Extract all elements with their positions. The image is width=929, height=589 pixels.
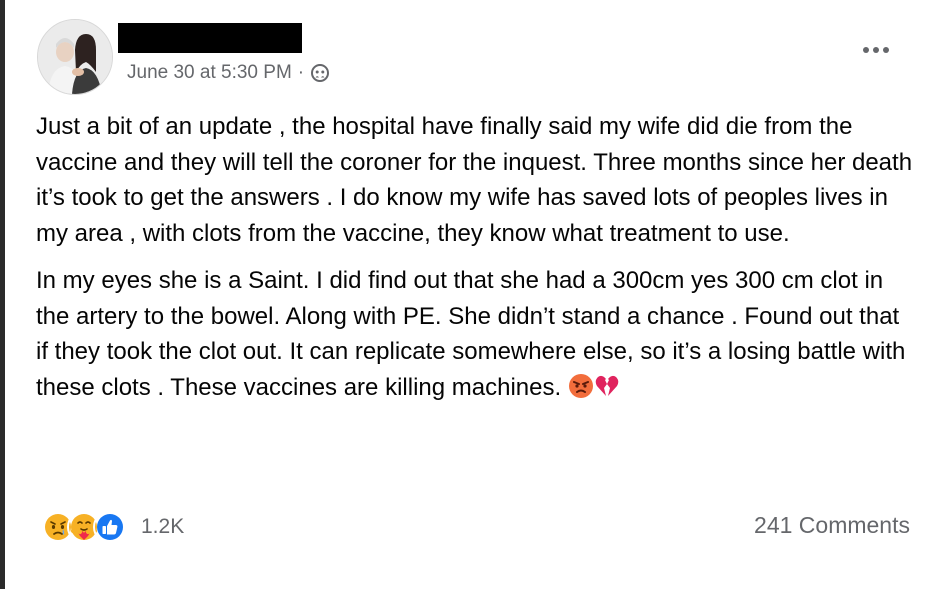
dot <box>883 47 889 53</box>
angry-emoji-icon <box>568 373 594 399</box>
post-paragraph-2: In my eyes she is a Saint. I did find ou… <box>36 263 916 405</box>
broken-heart-emoji-icon <box>594 373 620 399</box>
post-paragraph-text: In my eyes she is a Saint. I did find ou… <box>36 267 906 401</box>
post-body: Just a bit of an update , the hospital h… <box>36 109 916 405</box>
facebook-post: June 30 at 5:30 PM · Just a bit of an up… <box>5 0 929 589</box>
redacted-author-name <box>118 23 302 53</box>
comments-count-link[interactable]: 241 Comments <box>754 512 910 539</box>
meta-separator: · <box>297 62 305 83</box>
dot <box>863 47 869 53</box>
author-avatar[interactable] <box>37 19 113 95</box>
like-reaction-icon <box>93 510 127 544</box>
post-paragraph: Just a bit of an update , the hospital h… <box>36 113 913 247</box>
reaction-summary[interactable]: 1.2K <box>41 510 184 544</box>
more-options-icon[interactable] <box>858 40 894 60</box>
friends-icon[interactable] <box>310 63 330 83</box>
reaction-count: 1.2K <box>141 515 185 538</box>
dot <box>873 47 879 53</box>
post-meta: June 30 at 5:30 PM · <box>127 61 330 85</box>
post-timestamp[interactable]: June 30 at 5:30 PM <box>127 62 292 84</box>
